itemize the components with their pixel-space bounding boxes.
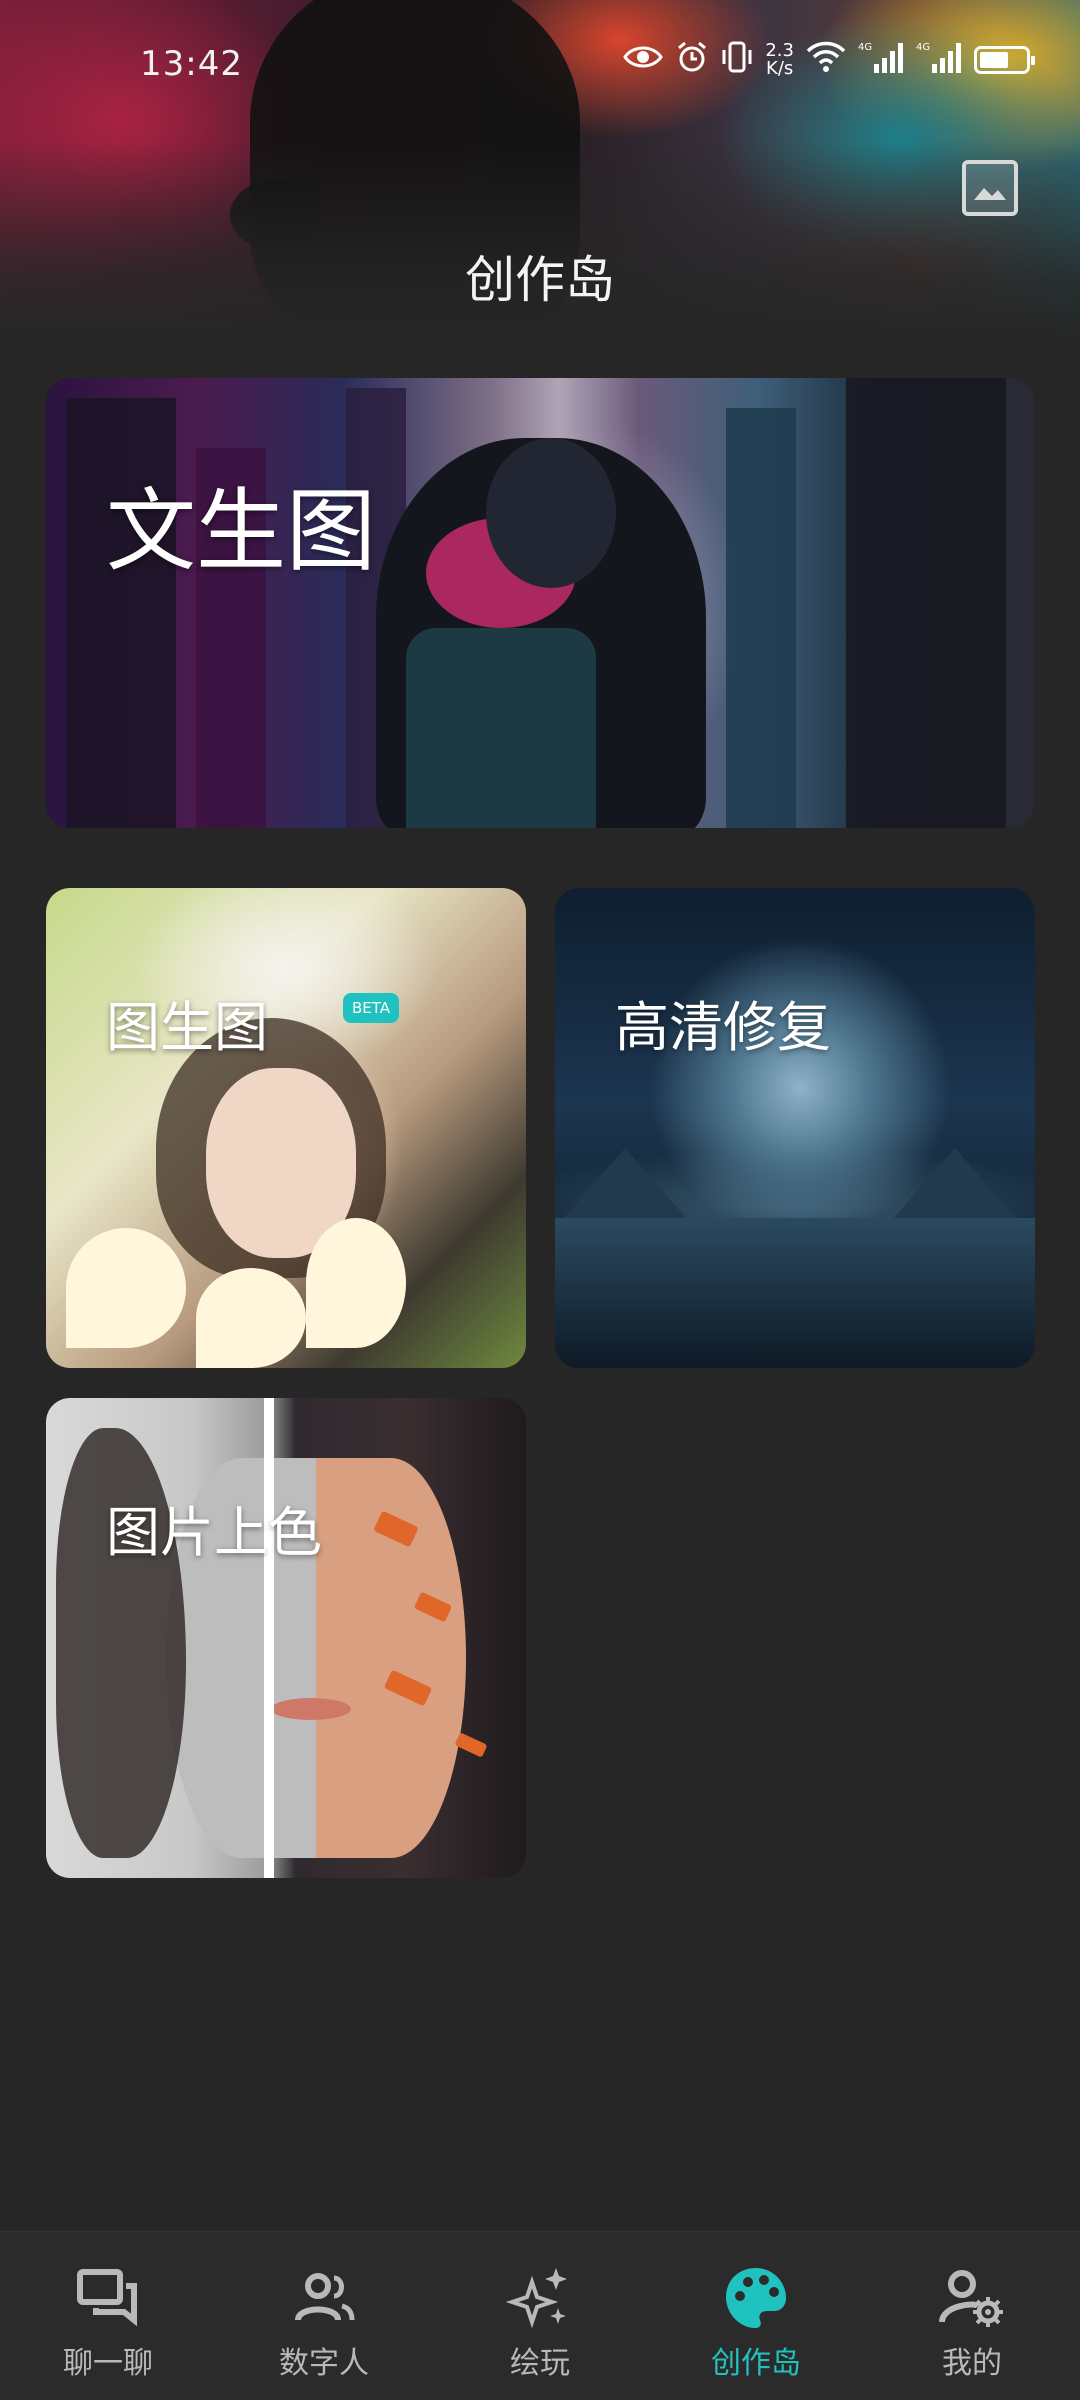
svg-text:4G: 4G xyxy=(858,42,872,53)
status-icons: 2.3 K/s 4G 4G xyxy=(623,40,1035,80)
sparkle-icon xyxy=(506,2268,567,2329)
svg-text:4G: 4G xyxy=(916,42,930,53)
card-art xyxy=(271,1698,351,1720)
hd-restore-label: 高清修复 xyxy=(615,996,831,1059)
beta-badge: BETA xyxy=(343,993,400,1023)
bottom-nav: 聊一聊 数字人 绘玩 创作岛 我的 xyxy=(0,2231,1080,2400)
nav-item-mine[interactable]: 我的 xyxy=(864,2232,1080,2400)
image-to-image-card[interactable]: 图生图 BETA xyxy=(46,888,526,1368)
wifi-icon xyxy=(806,41,846,79)
chat-icon xyxy=(77,2269,137,2327)
hd-restore-card[interactable]: 高清修复 xyxy=(555,888,1035,1368)
profile-settings-icon xyxy=(939,2270,1003,2327)
card-art xyxy=(406,628,596,828)
nav-item-digital-human[interactable]: 数字人 xyxy=(216,2232,432,2400)
card-art xyxy=(454,1732,488,1758)
nav-label: 聊一聊 xyxy=(63,2346,153,2381)
card-art xyxy=(306,1218,406,1348)
nav-label: 绘玩 xyxy=(510,2346,570,2381)
palette-icon xyxy=(726,2268,786,2328)
image-to-image-label: 图生图 xyxy=(106,996,268,1059)
card-art xyxy=(264,1398,274,1878)
nav-label: 我的 xyxy=(942,2346,1002,2381)
alarm-icon xyxy=(675,40,709,80)
page-title: 创作岛 xyxy=(465,251,615,309)
people-icon xyxy=(295,2273,355,2321)
colorize-label: 图片上色 xyxy=(106,1501,322,1564)
nav-label: 创作岛 xyxy=(711,2346,801,2381)
card-art xyxy=(66,1228,186,1348)
card-art xyxy=(885,1148,1025,1228)
text-to-image-card[interactable]: 文生图 xyxy=(46,378,1034,828)
card-art xyxy=(486,438,616,588)
nav-item-draw-play[interactable]: 绘玩 xyxy=(432,2232,648,2400)
eye-icon xyxy=(623,43,664,77)
status-time: 13:42 xyxy=(140,44,243,84)
vibrate-icon xyxy=(721,40,753,80)
card-art xyxy=(555,1148,695,1228)
battery-icon xyxy=(974,46,1035,74)
net-speed: 2.3 K/s xyxy=(765,40,794,79)
nav-item-chat[interactable]: 聊一聊 xyxy=(0,2232,216,2400)
text-to-image-label: 文生图 xyxy=(106,479,376,584)
nav-label: 数字人 xyxy=(279,2346,369,2381)
nav-item-creation-island[interactable]: 创作岛 xyxy=(648,2232,864,2400)
card-art xyxy=(196,1268,306,1368)
card-art xyxy=(555,1218,1035,1368)
status-bar: 13:42 2.3 K/s 4G 4G xyxy=(0,0,1080,130)
card-art xyxy=(846,378,1006,828)
image-icon[interactable] xyxy=(962,160,1018,216)
card-art xyxy=(726,408,796,828)
signal-icon: 4G xyxy=(858,40,904,80)
colorize-card[interactable]: 图片上色 xyxy=(46,1398,526,1878)
signal-icon: 4G xyxy=(916,40,962,80)
